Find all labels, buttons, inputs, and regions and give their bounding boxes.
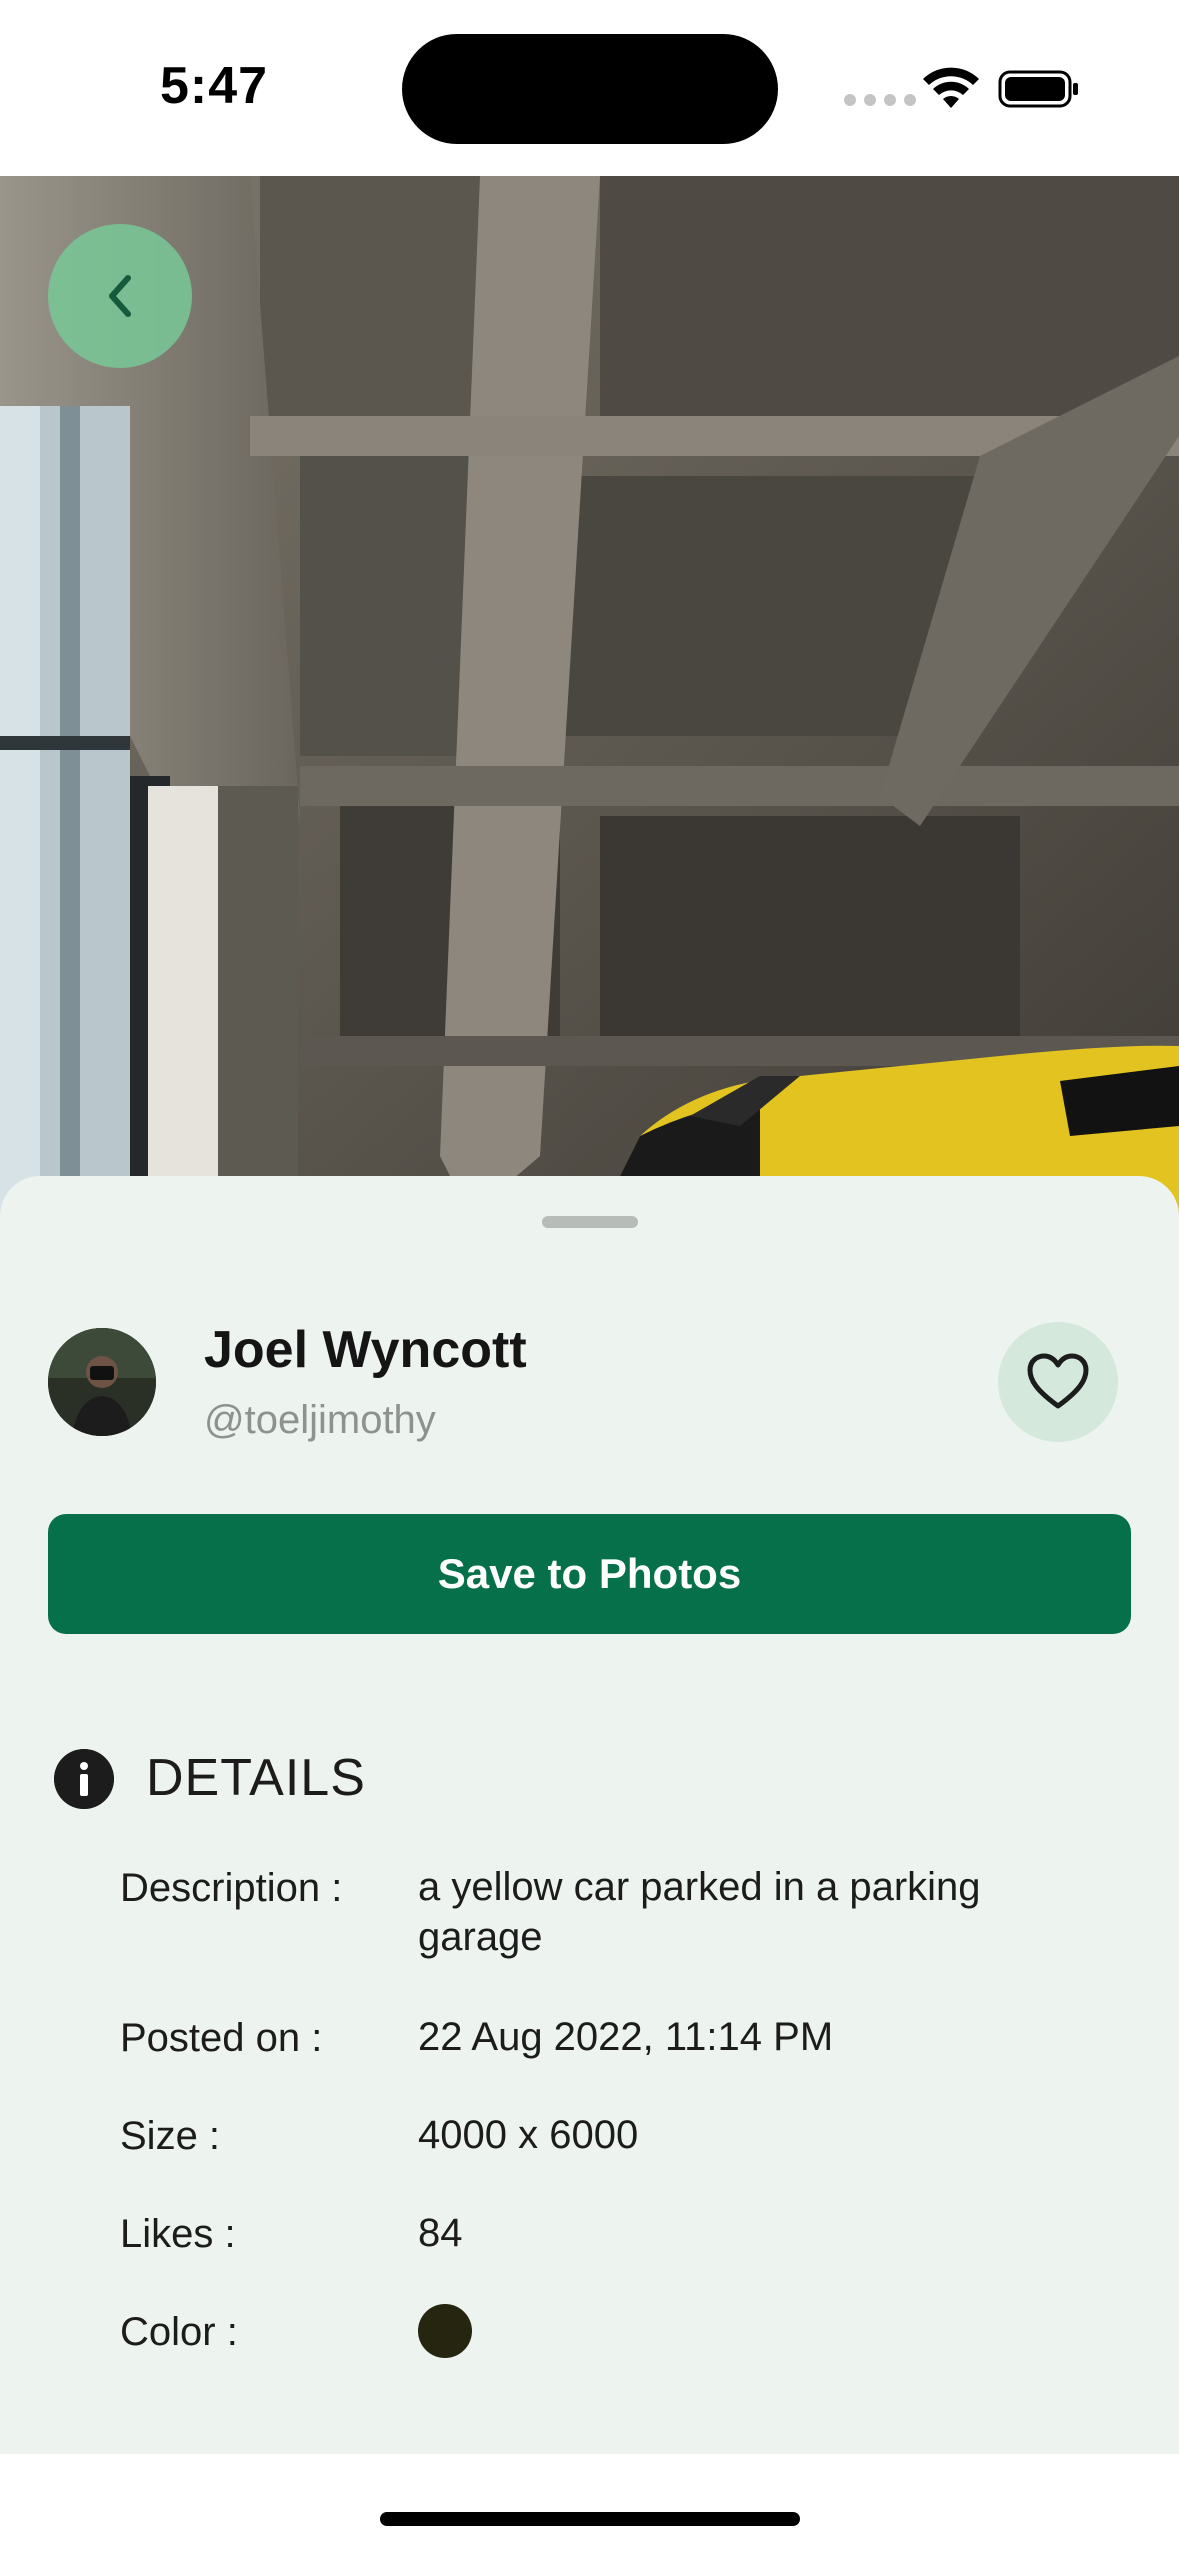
back-button[interactable] — [48, 224, 192, 368]
sheet-grabber[interactable] — [542, 1216, 638, 1228]
description-value: a yellow car parked in a parking garage — [418, 1865, 981, 1959]
info-icon — [54, 1749, 114, 1809]
likes-value: 84 — [418, 2211, 463, 2255]
details-sheet: Joel Wyncott @toeljimothy Save to Photos… — [0, 1176, 1179, 2454]
description-label: Description : — [120, 1866, 343, 1910]
author-name[interactable]: Joel Wyncott — [204, 1320, 527, 1380]
posted-on-value: 22 Aug 2022, 11:14 PM — [418, 2015, 834, 2059]
author-handle[interactable]: @toeljimothy — [204, 1398, 436, 1443]
posted-on-label: Posted on : — [120, 2016, 323, 2060]
avatar-photo — [48, 1328, 156, 1436]
heart-icon — [1027, 1353, 1089, 1409]
wifi-icon — [923, 67, 979, 108]
status-time: 5:47 — [160, 57, 269, 115]
save-to-photos-button[interactable]: Save to Photos — [48, 1514, 1131, 1634]
like-button[interactable] — [998, 1322, 1118, 1442]
chevron-left-icon — [109, 275, 131, 317]
status-bar: 5:47 — [0, 0, 1179, 176]
color-swatch — [418, 2304, 472, 2358]
dynamic-island — [402, 34, 778, 144]
details-heading: DETAILS — [146, 1749, 366, 1807]
cellular-signal-icon — [844, 94, 916, 106]
size-label: Size : — [120, 2114, 221, 2158]
battery-icon — [998, 70, 1078, 108]
home-indicator[interactable] — [380, 2512, 800, 2526]
size-value: 4000 x 6000 — [418, 2113, 639, 2157]
color-label: Color : — [120, 2310, 238, 2354]
likes-label: Likes : — [120, 2212, 236, 2256]
avatar[interactable] — [48, 1328, 156, 1436]
